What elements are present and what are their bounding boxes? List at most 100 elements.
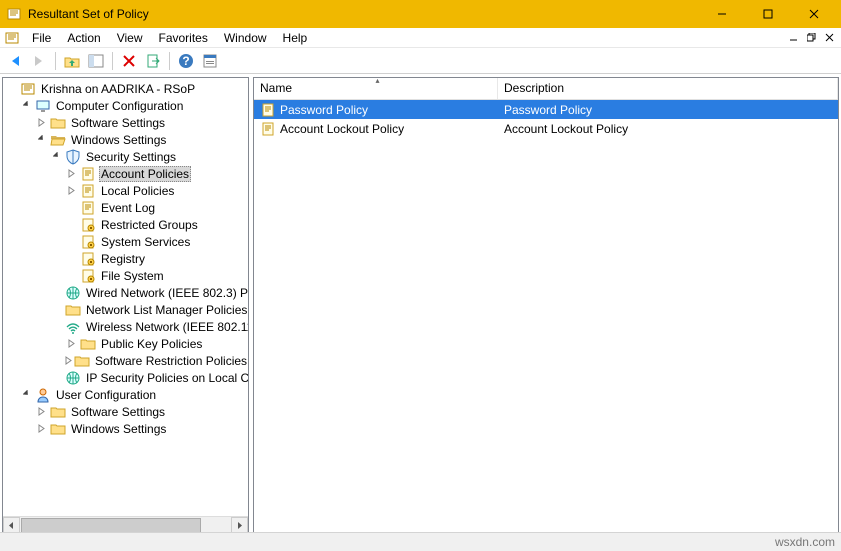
maximize-button[interactable] (745, 0, 791, 28)
tree-user-software-settings[interactable]: Software Settings (5, 403, 248, 420)
list-row[interactable]: Password Policy Password Policy (254, 100, 838, 119)
mmc-icon (4, 30, 20, 46)
tree-file-system[interactable]: File System (5, 267, 248, 284)
tree-label: Restricted Groups (99, 218, 200, 232)
tree-label: Software Restriction Policies (93, 354, 248, 368)
tree-user-windows-settings[interactable]: Windows Settings (5, 420, 248, 437)
tree-label: User Configuration (54, 388, 158, 402)
menu-view[interactable]: View (109, 29, 151, 47)
policy-icon (80, 183, 96, 199)
network-icon (65, 285, 81, 301)
properties-button[interactable] (199, 50, 221, 72)
tree-label: Registry (99, 252, 147, 266)
list-row[interactable]: Account Lockout Policy Account Lockout P… (254, 119, 838, 138)
tree-registry[interactable]: Registry (5, 250, 248, 267)
tree-local-policies[interactable]: Local Policies (5, 182, 248, 199)
folder-icon (80, 336, 96, 352)
tree-label: Krishna on AADRIKA - RSoP (39, 82, 197, 96)
menu-window[interactable]: Window (216, 29, 275, 47)
collapse-icon[interactable] (50, 149, 65, 164)
tree-network-list-manager[interactable]: Network List Manager Policies (5, 301, 248, 318)
tree-event-log[interactable]: Event Log (5, 199, 248, 216)
minimize-button[interactable] (699, 0, 745, 28)
tree-computer-configuration[interactable]: Computer Configuration (5, 97, 248, 114)
list-body[interactable]: Password Policy Password Policy Account … (254, 100, 838, 533)
menu-favorites[interactable]: Favorites (151, 29, 216, 47)
back-button[interactable] (4, 50, 26, 72)
expand-icon[interactable] (65, 336, 80, 351)
scroll-thumb[interactable] (21, 518, 201, 533)
expand-icon[interactable] (65, 183, 80, 198)
tree-root[interactable]: Krishna on AADRIKA - RSoP (5, 80, 248, 97)
list-header: Name Description (254, 78, 838, 100)
tree-software-settings[interactable]: Software Settings (5, 114, 248, 131)
mdi-close-button[interactable] (821, 30, 837, 46)
scroll-track[interactable] (20, 517, 231, 533)
window-title: Resultant Set of Policy (28, 7, 699, 21)
tree-system-services[interactable]: System Services (5, 233, 248, 250)
expand-icon[interactable] (65, 166, 80, 181)
tree-security-settings[interactable]: Security Settings (5, 148, 248, 165)
user-icon (35, 387, 51, 403)
toolbar (0, 48, 841, 74)
expand-icon[interactable] (35, 421, 50, 436)
up-button[interactable] (61, 50, 83, 72)
expand-icon[interactable] (35, 404, 50, 419)
collapse-icon[interactable] (35, 132, 50, 147)
tree-label: Network List Manager Policies (84, 303, 248, 317)
collapse-icon[interactable] (20, 98, 35, 113)
wifi-icon (65, 319, 81, 335)
menu-file[interactable]: File (24, 29, 59, 47)
tree-label: Windows Settings (69, 133, 168, 147)
delete-button[interactable] (118, 50, 140, 72)
app-icon (6, 6, 22, 22)
help-button[interactable] (175, 50, 197, 72)
tree-public-key-policies[interactable]: Public Key Policies (5, 335, 248, 352)
tree-account-policies[interactable]: Account Policies (5, 165, 248, 182)
policy-lock-icon (80, 268, 96, 284)
tree-label: IP Security Policies on Local Computer (84, 371, 248, 385)
watermark: wsxdn.com (775, 535, 835, 549)
policy-lock-icon (80, 251, 96, 267)
scope-tree[interactable]: Krishna on AADRIKA - RSoP Computer Confi… (3, 78, 248, 439)
tree-label: Local Policies (99, 184, 176, 198)
statusbar: wsxdn.com (0, 532, 841, 551)
list-pane: Name Description Password Policy Passwor… (253, 77, 839, 534)
forward-button[interactable] (28, 50, 50, 72)
column-description[interactable]: Description (498, 78, 838, 99)
folder-icon (50, 115, 66, 131)
tree-wired-network[interactable]: Wired Network (IEEE 802.3) Policies (5, 284, 248, 301)
client-area: Krishna on AADRIKA - RSoP Computer Confi… (0, 74, 841, 532)
folder-open-icon (50, 132, 66, 148)
close-button[interactable] (791, 0, 837, 28)
expand-icon[interactable] (65, 353, 74, 368)
computer-icon (35, 98, 51, 114)
tree-wireless-network[interactable]: Wireless Network (IEEE 802.11) Policies (5, 318, 248, 335)
tree-software-restriction[interactable]: Software Restriction Policies (5, 352, 248, 369)
expand-icon[interactable] (35, 115, 50, 130)
network-icon (65, 370, 81, 386)
policy-icon (260, 102, 276, 118)
folder-icon (50, 404, 66, 420)
tree-label: Software Settings (69, 405, 167, 419)
cell-name: Password Policy (280, 103, 368, 117)
tree-user-configuration[interactable]: User Configuration (5, 386, 248, 403)
menu-help[interactable]: Help (275, 29, 316, 47)
column-name[interactable]: Name (254, 78, 498, 99)
tree-hscrollbar[interactable] (3, 516, 248, 533)
collapse-icon[interactable] (20, 387, 35, 402)
tree-windows-settings[interactable]: Windows Settings (5, 131, 248, 148)
tree-pane: Krishna on AADRIKA - RSoP Computer Confi… (2, 77, 249, 534)
tree-label: Account Policies (99, 166, 191, 182)
tree-label: File System (99, 269, 166, 283)
policy-icon (80, 200, 96, 216)
show-hide-tree-button[interactable] (85, 50, 107, 72)
tree-ip-security[interactable]: IP Security Policies on Local Computer (5, 369, 248, 386)
menu-action[interactable]: Action (59, 29, 108, 47)
tree-label: Software Settings (69, 116, 167, 130)
mdi-restore-button[interactable] (803, 30, 819, 46)
export-button[interactable] (142, 50, 164, 72)
tree-restricted-groups[interactable]: Restricted Groups (5, 216, 248, 233)
mdi-minimize-button[interactable] (785, 30, 801, 46)
policy-lock-icon (80, 234, 96, 250)
